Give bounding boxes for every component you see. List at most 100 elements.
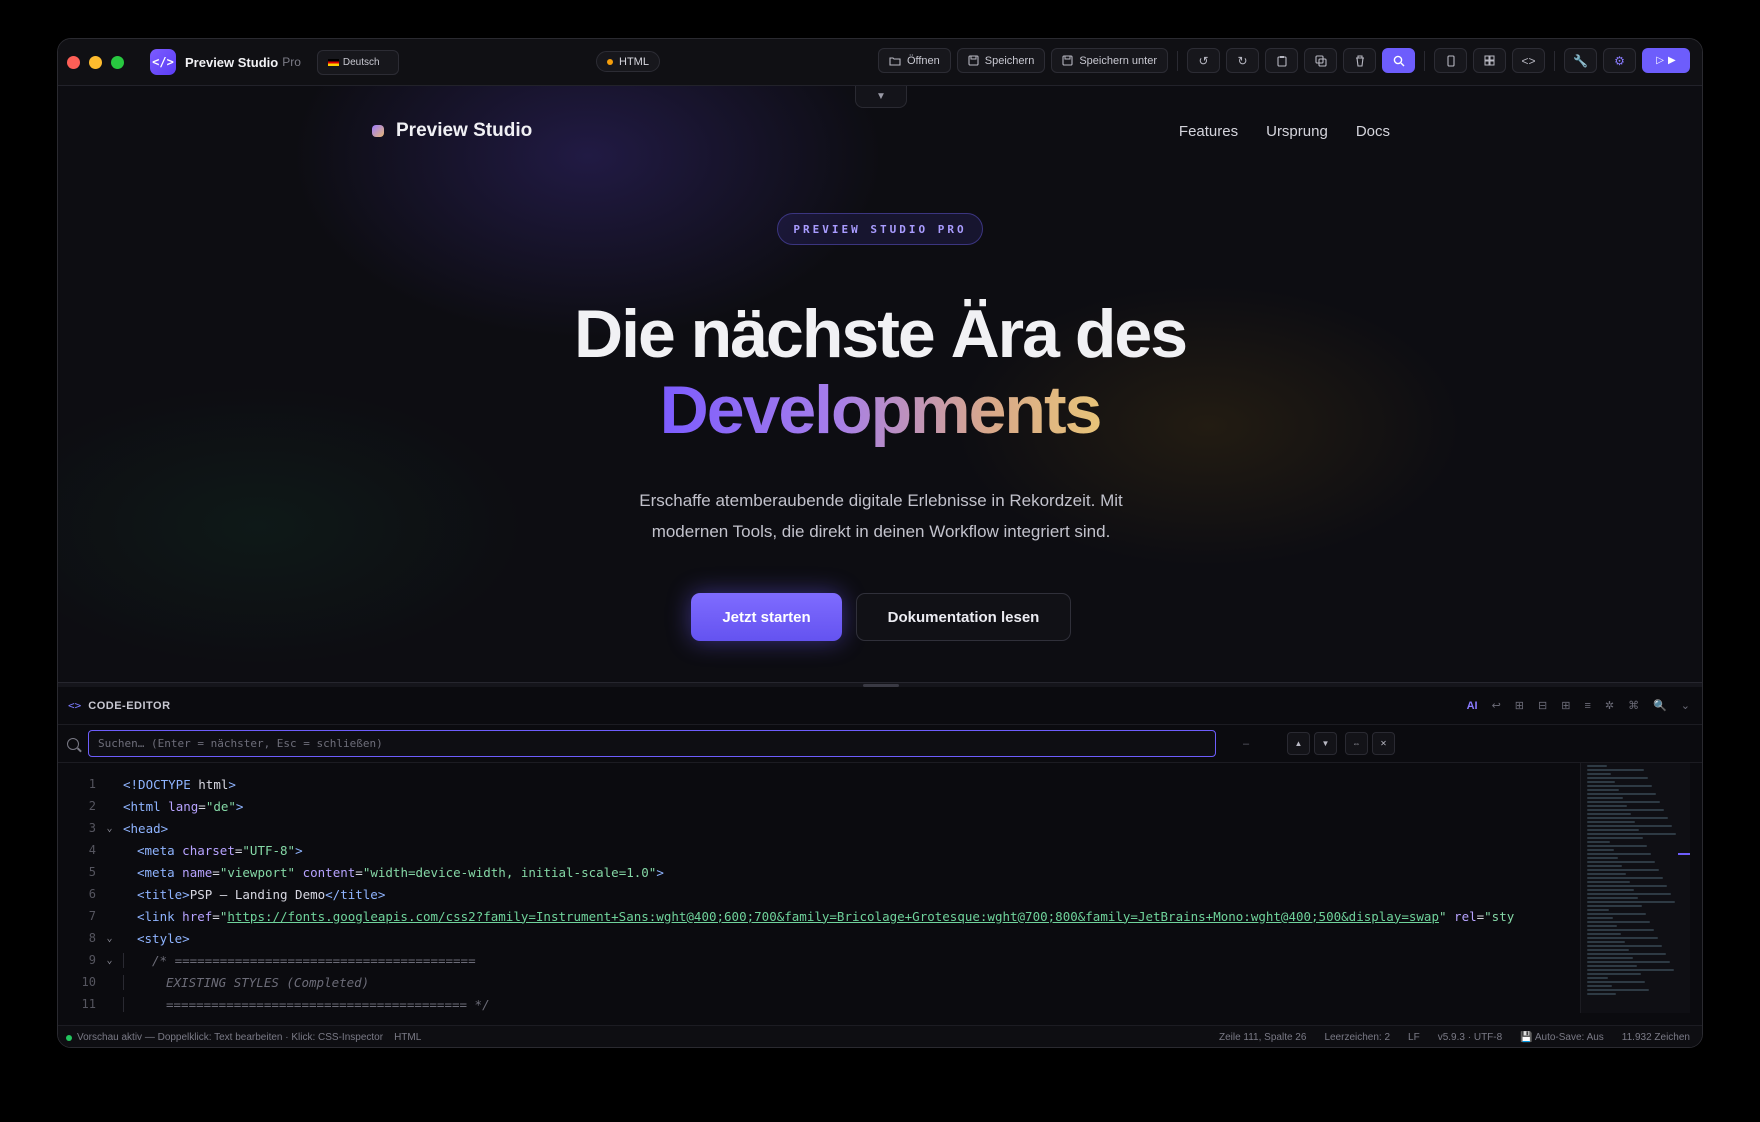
copy-button[interactable] [1304,48,1337,73]
code-line[interactable]: 9 ⌄/* ===================================… [58,949,1572,971]
code-text: ========================================… [123,996,490,1012]
code-area[interactable]: 1 <!DOCTYPE html> 2 <html lang="de"> 3 ⌄ <head… [58,773,1572,1023]
code-line[interactable]: 2 <html lang="de"> [58,795,1572,817]
editor-search-input[interactable] [88,730,1216,757]
status-right: Zeile 111, Spalte 26 Leerzeichen: 2 LF v… [1219,1032,1690,1043]
code-line[interactable]: 5 <meta name="viewport" content="width=de… [58,861,1572,883]
grid-view-button[interactable] [1473,48,1506,73]
grid-icon [1484,55,1495,66]
site-brand[interactable]: Preview Studio [396,120,532,142]
code-line[interactable]: 11 ======================================… [58,993,1572,1015]
swap-icon: ⇔ [1352,739,1361,748]
line-ending[interactable]: LF [1408,1032,1420,1043]
minimap-row [1587,945,1662,947]
code-text: <head> [123,820,169,836]
code-line[interactable]: 10 EXISTING STYLES (Completed) [58,971,1572,993]
search-toggle-button[interactable] [1382,48,1415,73]
code-view-button[interactable]: <> [1512,48,1545,73]
code-line[interactable]: 1 <!DOCTYPE html> [58,773,1572,795]
color-icon[interactable]: ✲ [1605,699,1614,712]
read-docs-button[interactable]: Dokumentation lesen [856,593,1071,641]
collapse-icon[interactable]: ⊟ [1538,699,1547,712]
hero-subtitle: Erschaffe atemberaubende digitale Erlebn… [639,491,1123,541]
redo-button[interactable]: ↻ [1226,48,1259,73]
save-as-button[interactable]: Speichern unter [1051,48,1168,73]
delete-button[interactable] [1343,48,1376,73]
split-icon[interactable]: ⊞ [1561,699,1570,712]
code-minimap[interactable] [1580,763,1690,1013]
code-line[interactable]: 8 ⌄ <style> [58,927,1572,949]
editor-search-bar: – ▲ ▼ ⇔ ✕ [58,725,1702,763]
code-line[interactable]: 7 <link href="https://fonts.googleapis.co… [58,905,1572,927]
status-message: Vorschau aktiv — Doppelklick: Text bearb… [77,1032,384,1043]
ai-button[interactable]: AI [1467,700,1478,712]
clipboard-icon [1276,55,1287,67]
minimap-row [1587,937,1658,939]
undo-icon: ↺ [1198,53,1209,68]
app-logo-icon: </> [150,49,176,75]
indent-setting[interactable]: Leerzeichen: 2 [1324,1032,1390,1043]
shortcut-icon[interactable]: ⌘ [1628,699,1639,712]
code-editor-panel: <> CODE-EDITOR AI ↩ ⊞ ⊟ ⊞ ≡ ✲ ⌘ 🔍 ⌄ – ▲ … [58,687,1702,1047]
undo-button[interactable]: ↺ [1187,48,1220,73]
fold-chevron-icon[interactable]: ⌄ [96,955,123,966]
replace-toggle-button[interactable]: ⇔ [1345,732,1368,755]
minimize-window-button[interactable] [89,55,102,69]
nav-link-docs[interactable]: Docs [1356,123,1390,140]
language-select[interactable]: Deutsch [316,49,399,75]
cursor-position[interactable]: Zeile 111, Spalte 26 [1219,1032,1306,1043]
code-line[interactable]: 4 <meta charset="UTF-8"> [58,839,1572,861]
settings-button[interactable]: ⚙ [1603,48,1636,73]
save-button[interactable]: Speichern [956,48,1046,73]
status-left: Vorschau aktiv — Doppelklick: Text bearb… [66,1032,421,1043]
collapse-toolbar-button[interactable]: ▼ [855,86,907,108]
file-type-badge[interactable]: HTML [596,51,660,72]
minimap-row [1587,785,1652,787]
close-search-button[interactable]: ✕ [1372,732,1395,755]
minimap-scroll-marker[interactable] [1678,853,1690,855]
wrap-icon[interactable]: ↩ [1492,699,1501,712]
tools-button[interactable]: 🔧 [1564,48,1597,73]
code-line[interactable]: 6 <title>PSP – Landing Demo</title> [58,883,1572,905]
minimap-row [1587,861,1655,863]
maximize-window-button[interactable] [111,55,124,69]
minimap-row [1587,961,1670,963]
run-button[interactable]: ▷ ▶ [1642,48,1690,73]
chevron-down-icon: ▼ [876,91,886,102]
fold-chevron-icon[interactable]: ⌄ [96,933,123,944]
minimap-row [1587,809,1664,811]
minimap-row [1587,813,1631,815]
play-icon: ▶ [1668,55,1676,66]
save-icon [968,55,979,66]
code-line[interactable]: 3 ⌄ <head> [58,817,1572,839]
expand-icon[interactable]: ⊞ [1515,699,1524,712]
paste-button[interactable] [1265,48,1298,73]
search-result-count: – [1243,737,1250,750]
get-started-button[interactable]: Jetzt starten [691,593,842,641]
format-icon[interactable]: ≡ [1584,700,1590,712]
editor-header: <> CODE-EDITOR AI ↩ ⊞ ⊟ ⊞ ≡ ✲ ⌘ 🔍 ⌄ [58,687,1702,725]
magnifier-icon[interactable]: 🔍 [1653,699,1667,712]
save-as-icon [1062,55,1073,66]
autosave-status[interactable]: 💾 Auto-Save: Aus [1520,1032,1604,1043]
nav-link-features[interactable]: Features [1179,123,1238,140]
search-extra-buttons: ⇔ ✕ [1345,732,1395,755]
line-number: 10 [81,975,96,989]
mobile-view-button[interactable] [1434,48,1467,73]
close-window-button[interactable] [67,55,80,69]
code-text: <html lang="de"> [123,798,244,814]
open-button[interactable]: Öffnen [877,48,951,73]
live-indicator-icon [66,1034,72,1041]
minimap-row [1587,833,1676,835]
minimap-row [1587,973,1641,975]
minimap-row [1587,765,1607,767]
minimap-row [1587,993,1616,995]
preview-pane[interactable]: ▼ Preview Studio Features Ursprung Docs … [58,86,1702,682]
nav-link-ursprung[interactable]: Ursprung [1266,123,1328,140]
search-prev-button[interactable]: ▲ [1287,732,1310,755]
close-icon: ✕ [1380,739,1387,748]
search-next-button[interactable]: ▼ [1314,732,1337,755]
fold-chevron-icon[interactable]: ⌄ [96,823,123,834]
app-window: </> Preview Studio Pro Deutsch HTML Öffn… [57,38,1703,1048]
chevron-down-icon[interactable]: ⌄ [1681,699,1690,712]
